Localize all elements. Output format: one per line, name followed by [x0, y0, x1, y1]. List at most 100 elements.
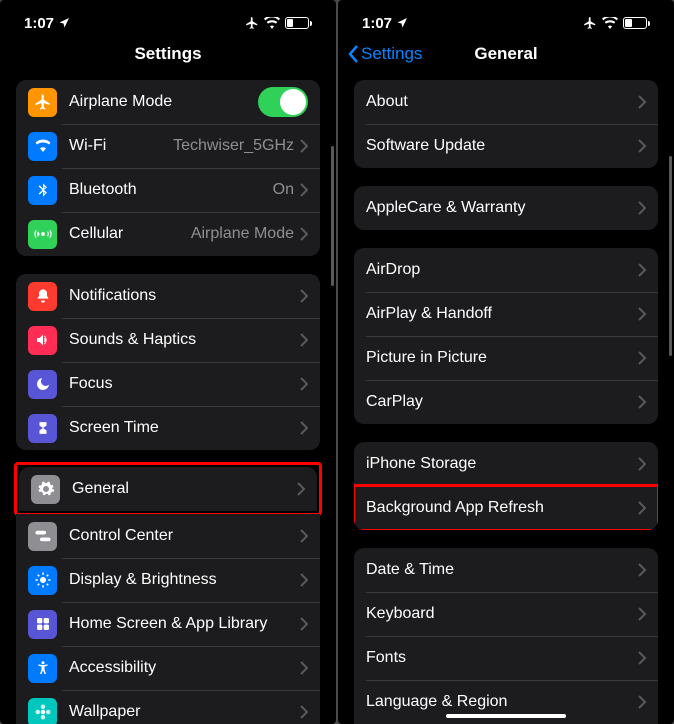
- row-fonts[interactable]: Fonts: [354, 636, 658, 680]
- row-date-time[interactable]: Date & Time: [354, 548, 658, 592]
- row-label: AirDrop: [366, 261, 638, 279]
- chevron-left-icon: [348, 45, 359, 63]
- status-bar: 1:07: [338, 0, 674, 40]
- group-about: About Software Update: [354, 80, 658, 168]
- general-list[interactable]: About Software Update AppleCare & Warran…: [338, 74, 674, 724]
- row-label: Screen Time: [69, 419, 300, 437]
- speaker-icon: [28, 326, 57, 355]
- group-general: Control Center Display & Brightness Home…: [16, 514, 320, 724]
- scrollbar[interactable]: [669, 156, 672, 356]
- chevron-right-icon: [638, 139, 646, 153]
- hourglass-icon: [28, 414, 57, 443]
- row-background-app-refresh[interactable]: Background App Refresh: [354, 486, 658, 530]
- row-accessibility[interactable]: Accessibility: [16, 646, 320, 690]
- row-screen-time[interactable]: Screen Time: [16, 406, 320, 450]
- wifi-icon: [602, 17, 618, 29]
- row-display[interactable]: Display & Brightness: [16, 558, 320, 602]
- row-keyboard[interactable]: Keyboard: [354, 592, 658, 636]
- scrollbar[interactable]: [331, 146, 334, 286]
- chevron-right-icon: [638, 563, 646, 577]
- row-iphone-storage[interactable]: iPhone Storage: [354, 442, 658, 486]
- location-icon: [396, 17, 408, 29]
- row-bluetooth[interactable]: Bluetooth On: [16, 168, 320, 212]
- chevron-right-icon: [300, 573, 308, 587]
- row-carplay[interactable]: CarPlay: [354, 380, 658, 424]
- group-notifications: Notifications Sounds & Haptics Focus Scr…: [16, 274, 320, 450]
- row-notifications[interactable]: Notifications: [16, 274, 320, 318]
- chevron-right-icon: [300, 183, 308, 197]
- group-airdrop: AirDrop AirPlay & Handoff Picture in Pic…: [354, 248, 658, 424]
- row-airdrop[interactable]: AirDrop: [354, 248, 658, 292]
- group-connectivity: Airplane Mode Wi-Fi Techwiser_5GHz Bluet…: [16, 80, 320, 256]
- row-label: Wi-Fi: [69, 137, 173, 155]
- bluetooth-icon: [28, 176, 57, 205]
- row-control-center[interactable]: Control Center: [16, 514, 320, 558]
- row-label: Home Screen & App Library: [69, 615, 300, 633]
- chevron-right-icon: [638, 501, 646, 515]
- row-software-update[interactable]: Software Update: [354, 124, 658, 168]
- row-detail: Airplane Mode: [191, 225, 294, 243]
- row-label: Picture in Picture: [366, 349, 638, 367]
- location-icon: [58, 17, 70, 29]
- row-label: Keyboard: [366, 605, 638, 623]
- chevron-right-icon: [300, 529, 308, 543]
- row-applecare[interactable]: AppleCare & Warranty: [354, 186, 658, 230]
- page-title: Settings: [134, 44, 201, 64]
- row-label: Control Center: [69, 527, 300, 545]
- row-wifi[interactable]: Wi-Fi Techwiser_5GHz: [16, 124, 320, 168]
- row-airplay[interactable]: AirPlay & Handoff: [354, 292, 658, 336]
- page-title: General: [474, 44, 537, 64]
- row-label: Wallpaper: [69, 703, 300, 721]
- row-label: Sounds & Haptics: [69, 331, 300, 349]
- row-about[interactable]: About: [354, 80, 658, 124]
- status-time: 1:07: [24, 15, 54, 32]
- chevron-right-icon: [638, 695, 646, 709]
- moon-icon: [28, 370, 57, 399]
- row-wallpaper[interactable]: Wallpaper: [16, 690, 320, 724]
- group-applecare: AppleCare & Warranty: [354, 186, 658, 230]
- chevron-right-icon: [300, 227, 308, 241]
- flower-icon: [28, 698, 57, 724]
- row-detail: On: [273, 181, 294, 199]
- row-label: Date & Time: [366, 561, 638, 579]
- chevron-right-icon: [297, 482, 305, 496]
- battery-percent: 32: [295, 18, 306, 29]
- airplane-icon: [245, 16, 259, 30]
- row-label: About: [366, 93, 638, 111]
- row-label: AppleCare & Warranty: [366, 199, 638, 217]
- grid-icon: [28, 610, 57, 639]
- settings-screen: 1:07 32 Settings Airplane Mode: [0, 0, 336, 724]
- row-general[interactable]: General: [19, 467, 317, 511]
- row-sounds[interactable]: Sounds & Haptics: [16, 318, 320, 362]
- cellular-icon: [28, 220, 57, 249]
- row-home-screen[interactable]: Home Screen & App Library: [16, 602, 320, 646]
- row-airplane-mode[interactable]: Airplane Mode: [16, 80, 320, 124]
- airplane-toggle[interactable]: [258, 87, 308, 117]
- chevron-right-icon: [300, 705, 308, 719]
- chevron-right-icon: [300, 139, 308, 153]
- settings-list[interactable]: Airplane Mode Wi-Fi Techwiser_5GHz Bluet…: [0, 74, 336, 724]
- row-pip[interactable]: Picture in Picture: [354, 336, 658, 380]
- row-label: Accessibility: [69, 659, 300, 677]
- row-label: Fonts: [366, 649, 638, 667]
- row-label: AirPlay & Handoff: [366, 305, 638, 323]
- row-label: Software Update: [366, 137, 638, 155]
- chevron-right-icon: [300, 377, 308, 391]
- switches-icon: [28, 522, 57, 551]
- row-label: Notifications: [69, 287, 300, 305]
- wifi-icon: [28, 132, 57, 161]
- highlight-general: General: [14, 462, 322, 516]
- back-button[interactable]: Settings: [348, 44, 422, 64]
- chevron-right-icon: [638, 263, 646, 277]
- bell-icon: [28, 282, 57, 311]
- home-indicator[interactable]: [446, 714, 566, 718]
- row-label: CarPlay: [366, 393, 638, 411]
- chevron-right-icon: [300, 617, 308, 631]
- row-cellular[interactable]: Cellular Airplane Mode: [16, 212, 320, 256]
- chevron-right-icon: [638, 651, 646, 665]
- chevron-right-icon: [300, 421, 308, 435]
- row-focus[interactable]: Focus: [16, 362, 320, 406]
- chevron-right-icon: [638, 607, 646, 621]
- chevron-right-icon: [638, 351, 646, 365]
- row-label: Language & Region: [366, 693, 638, 711]
